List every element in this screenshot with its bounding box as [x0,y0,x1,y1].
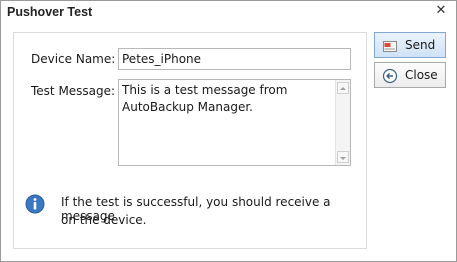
pushover-test-dialog: Pushover Test ✕ Device Name: Petes_iPhon… [0,0,457,262]
info-icon [25,194,45,214]
title-bar: Pushover Test ✕ [1,1,456,25]
send-icon [383,41,397,52]
close-label: Close [405,68,438,82]
test-message-textarea[interactable]: This is a test message from AutoBackup M… [118,79,351,166]
device-name-label: Device Name: [31,52,116,66]
chevron-up-icon [340,87,346,90]
send-button[interactable]: Send [374,32,446,58]
device-name-input[interactable]: Petes_iPhone [118,48,351,70]
chevron-down-icon [340,157,346,160]
scroll-up-button[interactable] [337,82,349,94]
close-icon[interactable]: ✕ [434,4,448,18]
dialog-title: Pushover Test [7,5,93,19]
form-panel: Device Name: Petes_iPhone Test Message: … [13,32,367,249]
scroll-down-button[interactable] [337,151,349,163]
test-message-value: This is a test message from AutoBackup M… [122,83,288,114]
device-name-value: Petes_iPhone [122,52,202,66]
info-text-line2: on the device. [61,213,147,227]
test-message-label: Test Message: [31,84,116,98]
send-label: Send [405,38,436,52]
close-button[interactable]: Close [374,62,446,88]
textarea-scrollbar[interactable] [335,80,350,165]
back-arrow-icon [382,68,398,84]
